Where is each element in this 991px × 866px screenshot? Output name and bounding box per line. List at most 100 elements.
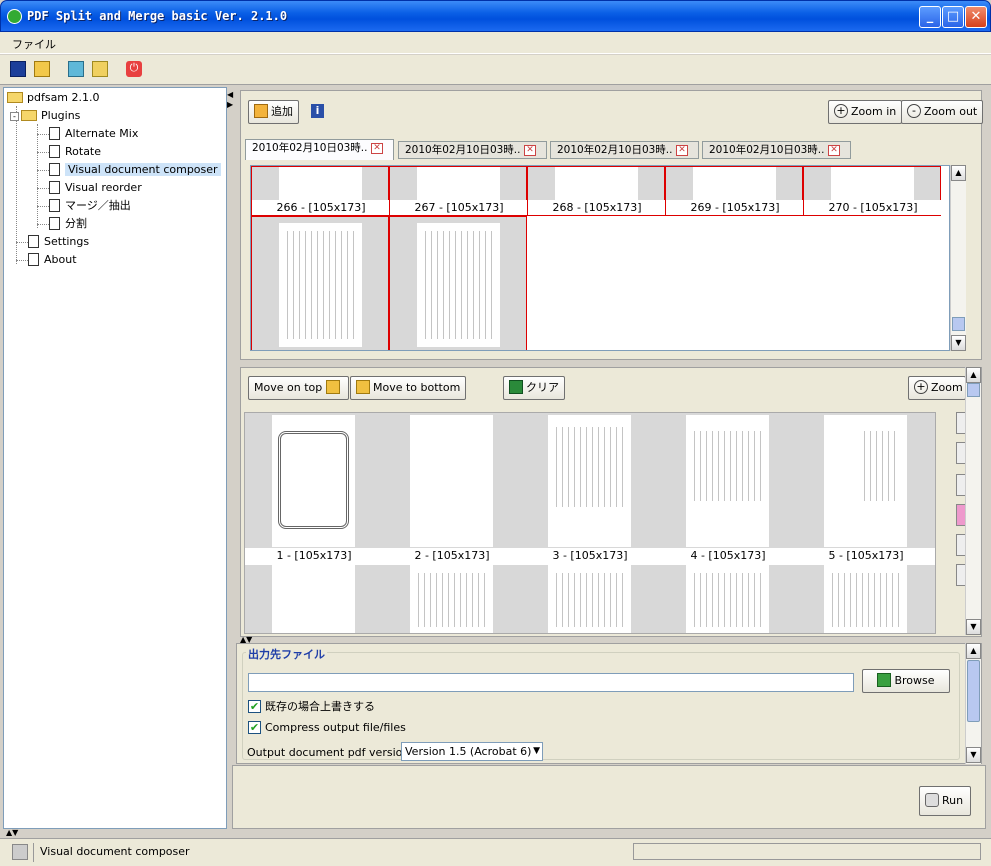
zoom-button[interactable]: + Zoom bbox=[908, 376, 966, 400]
move-on-top-button[interactable]: Move on top bbox=[248, 376, 350, 400]
document-icon bbox=[28, 234, 39, 248]
checkmark-icon[interactable]: ✔ bbox=[248, 720, 261, 734]
zoom-label: Zoom bbox=[931, 381, 963, 394]
thumbnail[interactable] bbox=[389, 216, 527, 350]
console-icon[interactable] bbox=[12, 844, 28, 860]
close-tab-icon[interactable]: ✕ bbox=[828, 145, 840, 156]
document-icon bbox=[49, 126, 60, 140]
thumbnail[interactable]: 269 - [105x173] bbox=[665, 166, 804, 216]
thumbnail[interactable]: 4 - [105x173] bbox=[659, 413, 797, 563]
thumbnail[interactable]: 266 - [105x173] bbox=[251, 166, 390, 216]
thumbnail[interactable] bbox=[659, 565, 797, 633]
sidebar-item-settings[interactable]: Settings bbox=[28, 233, 89, 251]
thumbnail-label: 4 - [105x173] bbox=[659, 548, 797, 563]
close-tab-icon[interactable]: ✕ bbox=[676, 145, 688, 156]
layout-icon[interactable] bbox=[68, 61, 84, 77]
splitter-arrow-icon[interactable]: ◀ bbox=[227, 90, 233, 99]
zoom-out-button[interactable]: - Zoom out bbox=[901, 100, 984, 124]
sidebar-item-visual-reorder[interactable]: Visual reorder bbox=[49, 179, 142, 197]
scroll-thumb[interactable] bbox=[952, 317, 965, 331]
splitter-arrows-icon[interactable]: ▲▼ bbox=[6, 828, 18, 837]
menu-bar: ファイル bbox=[0, 32, 991, 54]
scroll-down-icon[interactable]: ▼ bbox=[966, 747, 981, 763]
save-icon[interactable] bbox=[10, 61, 26, 77]
thumbnail-label: 270 - [105x173] bbox=[804, 200, 942, 215]
output-legend: 出力先ファイル bbox=[246, 646, 327, 662]
sidebar-item-label: マージ／抽出 bbox=[65, 199, 131, 212]
scroll-thumb[interactable] bbox=[967, 383, 980, 397]
overwrite-label: 既存の場合上書きする bbox=[265, 700, 375, 713]
maximize-button[interactable]: □ bbox=[942, 6, 964, 28]
tab-label: 2010年02月10日03時.. bbox=[557, 144, 673, 156]
thumbnail[interactable] bbox=[797, 565, 935, 633]
sidebar-item-about[interactable]: About bbox=[28, 251, 77, 269]
scroll-up-icon[interactable]: ▲ bbox=[966, 643, 981, 659]
status-bar: Visual document composer bbox=[0, 838, 991, 866]
minimize-button[interactable]: _ bbox=[919, 6, 941, 28]
tree-plugins[interactable]: - Plugins bbox=[10, 107, 80, 125]
splitter-arrow-icon[interactable]: ▶ bbox=[227, 100, 233, 109]
open-icon[interactable] bbox=[34, 61, 50, 77]
page-preview bbox=[693, 167, 776, 201]
close-tab-icon[interactable]: ✕ bbox=[371, 143, 383, 154]
thumbnail[interactable]: 267 - [105x173] bbox=[389, 166, 528, 216]
thumbnail[interactable] bbox=[251, 216, 389, 350]
compress-checkbox[interactable]: ✔ Compress output file/files bbox=[248, 720, 406, 735]
source-thumbnail-grid: 266 - [105x173] 267 - [105x173] 268 - [1… bbox=[250, 165, 950, 351]
sidebar-item-split[interactable]: 分割 bbox=[49, 215, 87, 233]
page-preview bbox=[410, 565, 493, 633]
thumbnail[interactable]: 268 - [105x173] bbox=[527, 166, 666, 216]
folder-icon bbox=[877, 673, 892, 687]
zoom-out-icon: - bbox=[907, 104, 921, 118]
scroll-thumb[interactable] bbox=[967, 660, 980, 722]
output-scrollbar[interactable]: ▲ ▼ bbox=[965, 643, 981, 764]
run-bar bbox=[232, 765, 986, 829]
version-select[interactable]: Version 1.5 (Acrobat 6) ▼ bbox=[401, 742, 543, 761]
sidebar-item-rotate[interactable]: Rotate bbox=[49, 143, 101, 161]
browse-label: Browse bbox=[894, 674, 935, 687]
info-icon[interactable]: i bbox=[311, 104, 324, 118]
sidebar-item-alternate-mix[interactable]: Alternate Mix bbox=[49, 125, 138, 143]
sidebar-item-visual-document-composer[interactable]: Visual document composer bbox=[49, 161, 221, 179]
tab-document-4[interactable]: 2010年02月10日03時.. ✕ bbox=[702, 141, 851, 159]
sidebar-item-merge-extract[interactable]: マージ／抽出 bbox=[49, 197, 131, 215]
move-to-bottom-button[interactable]: Move to bottom bbox=[350, 376, 467, 400]
thumbnail-label: 267 - [105x173] bbox=[390, 200, 528, 215]
clean-icon[interactable] bbox=[92, 61, 108, 77]
menu-file[interactable]: ファイル bbox=[12, 36, 56, 52]
tab-document-2[interactable]: 2010年02月10日03時.. ✕ bbox=[398, 141, 547, 159]
thumbnail[interactable]: 1 - [105x173] bbox=[245, 413, 383, 563]
tab-document-3[interactable]: 2010年02月10日03時.. ✕ bbox=[550, 141, 699, 159]
run-button[interactable]: Run bbox=[919, 786, 971, 816]
close-tab-icon[interactable]: ✕ bbox=[524, 145, 536, 156]
thumbnail[interactable] bbox=[383, 565, 521, 633]
thumbnail[interactable] bbox=[521, 565, 659, 633]
overwrite-checkbox[interactable]: ✔ 既存の場合上書きする bbox=[248, 698, 375, 714]
tree-root[interactable]: pdfsam 2.1.0 bbox=[7, 89, 100, 107]
thumbnail[interactable]: 270 - [105x173] bbox=[803, 166, 942, 216]
browse-button[interactable]: Browse bbox=[862, 669, 950, 693]
close-button[interactable]: ✕ bbox=[965, 6, 987, 28]
scroll-down-icon[interactable]: ▼ bbox=[951, 335, 966, 351]
clear-label: クリア bbox=[526, 381, 559, 394]
output-path-input[interactable] bbox=[248, 673, 854, 692]
composition-scrollbar[interactable]: ▲ ▼ bbox=[965, 367, 981, 635]
tab-document-1[interactable]: 2010年02月10日03時.. ✕ bbox=[245, 139, 394, 160]
add-button-label: 追加 bbox=[271, 105, 293, 118]
collapse-icon[interactable]: - bbox=[10, 112, 19, 121]
thumbnail[interactable] bbox=[245, 565, 383, 633]
clear-button[interactable]: クリア bbox=[503, 376, 565, 400]
zoom-in-button[interactable]: + Zoom in bbox=[828, 100, 903, 124]
thumbnail[interactable]: 2 - [105x173] bbox=[383, 413, 521, 563]
source-grid-scrollbar[interactable]: ▲ ▼ bbox=[950, 165, 966, 351]
scroll-up-icon[interactable]: ▲ bbox=[951, 165, 966, 181]
checkmark-icon[interactable]: ✔ bbox=[248, 699, 261, 713]
power-icon[interactable]: ⏻ bbox=[126, 61, 142, 77]
page-preview bbox=[272, 415, 355, 547]
scroll-down-icon[interactable]: ▼ bbox=[966, 619, 981, 635]
add-button[interactable]: 追加 bbox=[248, 100, 299, 124]
chevron-down-icon[interactable]: ▼ bbox=[533, 743, 540, 760]
scroll-up-icon[interactable]: ▲ bbox=[966, 367, 981, 383]
thumbnail[interactable]: 5 - [105x173] bbox=[797, 413, 935, 563]
thumbnail[interactable]: 3 - [105x173] bbox=[521, 413, 659, 563]
